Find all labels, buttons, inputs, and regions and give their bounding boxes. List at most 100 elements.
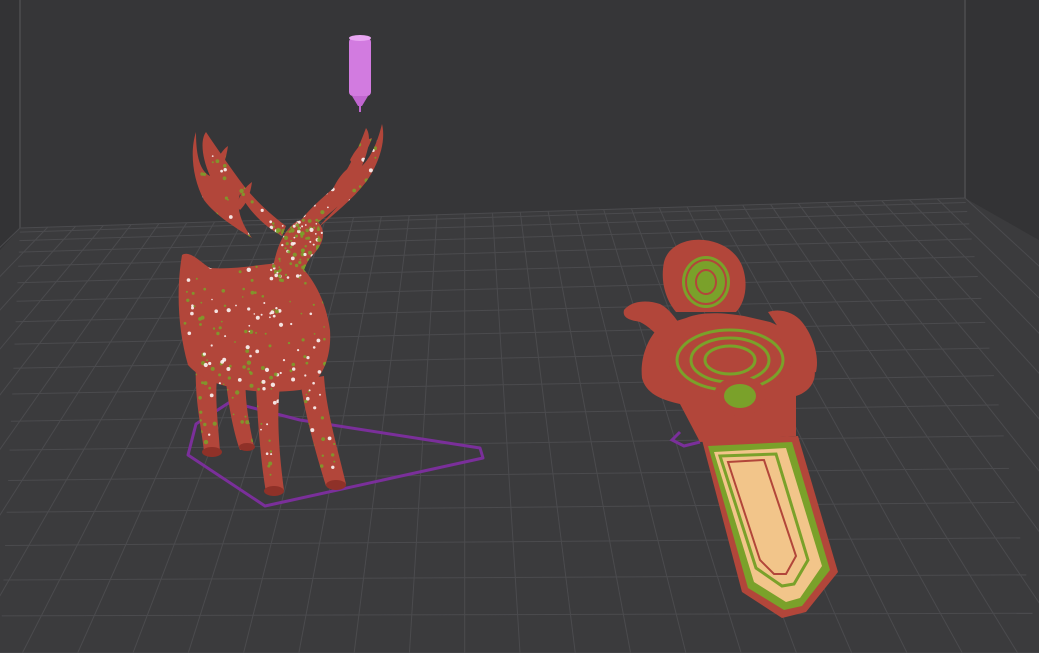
- infill-dot: [191, 291, 195, 295]
- infill-dot: [293, 236, 296, 239]
- 3d-viewport[interactable]: [0, 0, 1039, 653]
- infill-dot: [270, 382, 276, 387]
- infill-dot: [245, 345, 250, 350]
- build-plate[interactable]: [0, 198, 1039, 653]
- infill-dot: [304, 224, 307, 226]
- infill-dot: [303, 355, 307, 359]
- infill-dot: [240, 420, 244, 424]
- infill-dot: [307, 236, 311, 240]
- infill-dot: [210, 344, 213, 347]
- infill-dot: [269, 375, 273, 380]
- infill-dot: [289, 262, 293, 265]
- infill-dot: [242, 365, 246, 369]
- infill-dot: [273, 372, 278, 377]
- infill-dot: [276, 271, 279, 274]
- infill-dot: [218, 382, 221, 385]
- infill-dot: [327, 436, 332, 441]
- infill-dot: [226, 308, 231, 313]
- infill-dot: [298, 260, 302, 265]
- infill-dot: [191, 304, 194, 308]
- infill-dot: [248, 370, 252, 374]
- infill-dot: [358, 185, 362, 188]
- infill-dot: [262, 387, 266, 391]
- infill-dot: [203, 287, 207, 291]
- infill-dot: [281, 243, 284, 247]
- infill-dot: [281, 225, 284, 227]
- infill-dot: [249, 383, 254, 388]
- infill-dot: [309, 312, 313, 316]
- infill-dot: [250, 278, 254, 282]
- infill-dot: [244, 415, 247, 418]
- infill-dot: [283, 235, 289, 240]
- infill-dot: [260, 313, 263, 316]
- infill-dot: [297, 349, 300, 352]
- infill-dot: [255, 349, 260, 354]
- infill-dot: [313, 333, 316, 335]
- infill-dot: [216, 331, 220, 336]
- infill-dot: [242, 287, 245, 291]
- infill-dot: [315, 223, 318, 225]
- infill-dot: [212, 327, 216, 330]
- infill-dot: [274, 273, 279, 278]
- infill-dot: [253, 313, 256, 315]
- infill-dot: [284, 247, 287, 250]
- infill-dot: [211, 155, 214, 158]
- infill-dot: [208, 433, 211, 436]
- infill-dot: [319, 393, 321, 396]
- infill-dot: [227, 376, 231, 380]
- infill-dot: [272, 225, 275, 228]
- infill-dot: [306, 356, 310, 360]
- infill-dot: [316, 338, 321, 343]
- infill-dot: [218, 373, 222, 377]
- infill-dot: [291, 377, 296, 382]
- infill-dot: [304, 374, 307, 377]
- infill-dot: [312, 303, 315, 306]
- infill-dot: [313, 406, 317, 410]
- infill-dot: [269, 220, 273, 224]
- infill-dot: [304, 245, 307, 248]
- infill-dot: [237, 378, 242, 382]
- infill-dot: [243, 187, 246, 190]
- infill-dot: [305, 361, 309, 365]
- infill-dot: [238, 270, 242, 274]
- infill-dot: [278, 278, 283, 282]
- infill-dot: [199, 410, 203, 414]
- infill-dot: [269, 450, 273, 453]
- infill-dot: [297, 226, 301, 230]
- infill-dot: [278, 322, 284, 327]
- infill-dot: [235, 390, 240, 395]
- infill-dot: [265, 452, 269, 456]
- deer-body: [178, 253, 331, 392]
- infill-dot: [323, 337, 326, 341]
- infill-dot: [223, 304, 227, 307]
- infill-dot: [295, 223, 300, 227]
- infill-dot: [289, 369, 293, 373]
- infill-dot: [269, 316, 271, 319]
- infill-dot: [221, 289, 226, 293]
- infill-dot: [273, 272, 276, 274]
- infill-dot: [183, 321, 187, 325]
- bookmark-figure-hands: [724, 384, 756, 408]
- infill-dot: [203, 439, 209, 445]
- infill-dot: [208, 386, 212, 390]
- infill-dot: [264, 367, 270, 372]
- infill-dot: [267, 464, 271, 468]
- infill-dot: [244, 329, 248, 334]
- infill-dot: [198, 317, 202, 321]
- infill-dot: [270, 453, 273, 456]
- infill-dot: [208, 361, 212, 366]
- left-wall: [0, 0, 20, 250]
- infill-dot: [201, 381, 204, 385]
- infill-dot: [220, 360, 225, 364]
- infill-dot: [272, 264, 276, 268]
- infill-dot: [317, 370, 322, 374]
- build-volume[interactable]: [0, 0, 1039, 653]
- infill-dot: [249, 354, 252, 358]
- infill-dot: [282, 359, 286, 362]
- infill-dot: [276, 228, 281, 233]
- infill-dot: [263, 302, 266, 304]
- infill-dot: [301, 218, 305, 222]
- infill-dot: [327, 206, 329, 209]
- infill-dot: [199, 323, 202, 326]
- infill-dot: [312, 346, 316, 349]
